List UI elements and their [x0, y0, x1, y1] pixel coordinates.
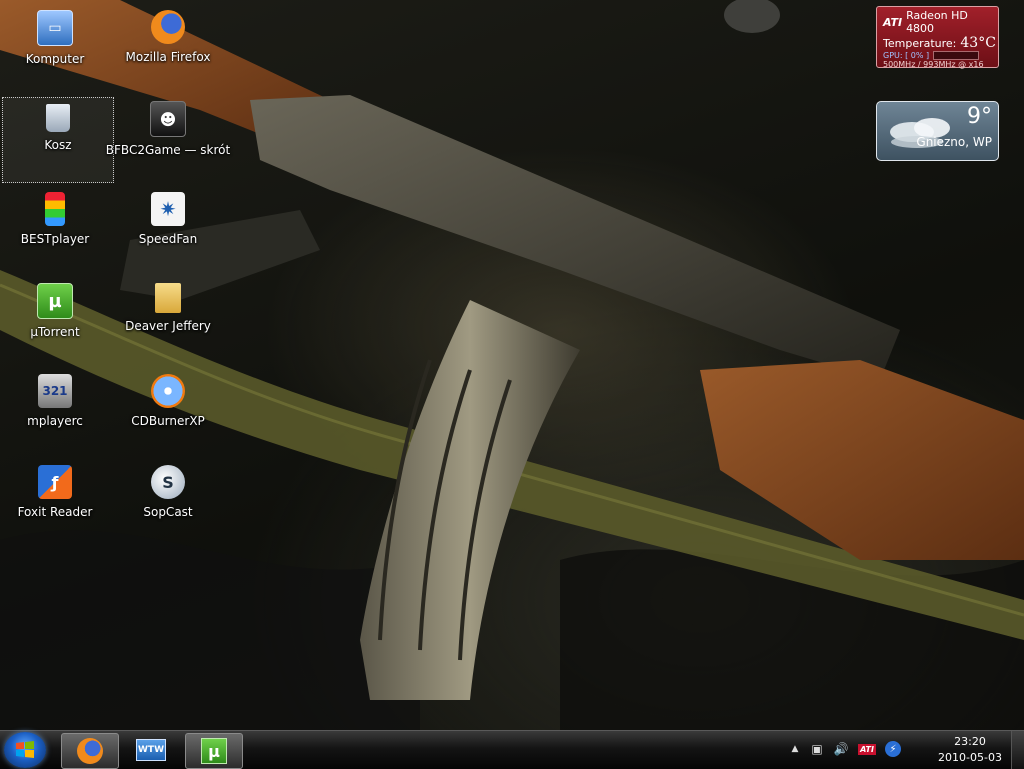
- firefox-icon: [151, 10, 185, 44]
- speedfan-icon: ✷: [151, 192, 185, 226]
- weather-location: Gniezno, WP: [916, 135, 992, 149]
- desktop-icon-label: Mozilla Firefox: [125, 50, 211, 64]
- ati-catalyst-label: ATI: [858, 743, 876, 755]
- show-hidden-icons-button[interactable]: ▲: [786, 740, 804, 758]
- wtw-icon: WTW: [136, 739, 166, 761]
- update-icon[interactable]: ⚡: [884, 740, 902, 758]
- volume-icon[interactable]: 🔊: [832, 740, 850, 758]
- desktop-icon-bestplayer[interactable]: BESTplayer: [0, 186, 110, 270]
- desktop-icon-label: µTorrent: [30, 325, 80, 339]
- taskbar-wtw-button[interactable]: WTW: [123, 733, 179, 767]
- desktop-icon-kosz[interactable]: Kosz: [2, 97, 114, 183]
- taskbar-firefox-button[interactable]: [61, 733, 119, 769]
- desktop-icon-speedfan[interactable]: ✷ SpeedFan: [113, 186, 223, 270]
- desktop-icon-mozilla-firefox[interactable]: Mozilla Firefox: [113, 4, 223, 88]
- desktop-icon-label: BFBC2Game — skrót: [105, 143, 231, 157]
- desktop-icon-label: BESTplayer: [20, 232, 90, 246]
- gpu-load-bar: [933, 51, 980, 60]
- windows-start-icon: [16, 741, 34, 758]
- recycle-bin-icon: [46, 104, 70, 132]
- clock-time: 23:20: [954, 735, 986, 748]
- folder-icon: [155, 283, 181, 313]
- cdburnerxp-icon: [151, 374, 185, 408]
- temperature-value: 43°C: [960, 35, 996, 51]
- desktop-icon-label: Kosz: [44, 138, 72, 152]
- desktop-icon-deaver-jeffery[interactable]: Deaver Jeffery: [113, 277, 223, 361]
- computer-icon: ▭: [37, 10, 73, 46]
- gpu-model-title: Radeon HD 4800: [906, 9, 968, 35]
- foxit-reader-icon: ƒ: [38, 465, 72, 499]
- desktop-icon-bfbc2game[interactable]: ☻ BFBC2Game — skrót: [106, 95, 230, 179]
- start-button[interactable]: [4, 732, 46, 768]
- taskbar-clock[interactable]: 23:20 2010-05-03: [930, 734, 1010, 766]
- gpu-clock-info: 500MHz / 993MHz @ x16: [883, 60, 984, 69]
- update-glyph: ⚡: [885, 741, 901, 757]
- desktop-icon-label: Foxit Reader: [17, 505, 93, 519]
- bestplayer-icon: [45, 192, 65, 226]
- desktop-icon-label: SopCast: [143, 505, 193, 519]
- firefox-icon: [77, 738, 103, 764]
- bfbc2-game-icon: ☻: [150, 101, 186, 137]
- mplayerc-icon: 321: [38, 374, 72, 408]
- desktop-icon-label: SpeedFan: [138, 232, 198, 246]
- weather-temperature: 9°: [967, 104, 992, 129]
- sopcast-icon: S: [151, 465, 185, 499]
- utorrent-icon: µ: [37, 283, 73, 319]
- desktop-icon-sopcast[interactable]: S SopCast: [113, 459, 223, 543]
- weather-gadget[interactable]: 9° Gniezno, WP: [876, 101, 999, 161]
- network-icon[interactable]: ▣: [808, 740, 826, 758]
- utorrent-icon: µ: [201, 738, 227, 764]
- ati-catalyst-icon[interactable]: ATI: [856, 740, 878, 758]
- desktop-icon-cdburnerxp[interactable]: CDBurnerXP: [113, 368, 223, 452]
- clock-date: 2010-05-03: [938, 751, 1002, 764]
- ati-logo-icon: ATI: [883, 15, 903, 29]
- temperature-label: Temperature:: [883, 37, 957, 50]
- desktop-icon-foxit-reader[interactable]: ƒ Foxit Reader: [0, 459, 110, 543]
- desktop-icon-komputer[interactable]: ▭ Komputer: [0, 4, 110, 88]
- show-desktop-button[interactable]: [1011, 731, 1024, 769]
- desktop-icon-mplayerc[interactable]: 321 mplayerc: [0, 368, 110, 452]
- ati-gpu-gadget[interactable]: ATI Radeon HD 4800 Temperature: 43°C GPU…: [876, 6, 999, 69]
- desktop-icon-label: Deaver Jeffery: [125, 319, 211, 333]
- desktop-icon-label: Komputer: [25, 52, 85, 66]
- desktop-icon-label: CDBurnerXP: [131, 414, 205, 428]
- gpu-load-label: GPU: [ 0% ]: [883, 51, 930, 60]
- desktop-icon-utorrent[interactable]: µ µTorrent: [0, 277, 110, 361]
- taskbar-utorrent-button[interactable]: µ: [185, 733, 243, 769]
- taskbar: WTW µ ▲ ▣ 🔊 ATI ⚡ 23:20 2010-05-03: [0, 730, 1024, 769]
- desktop-icon-label: mplayerc: [27, 414, 83, 428]
